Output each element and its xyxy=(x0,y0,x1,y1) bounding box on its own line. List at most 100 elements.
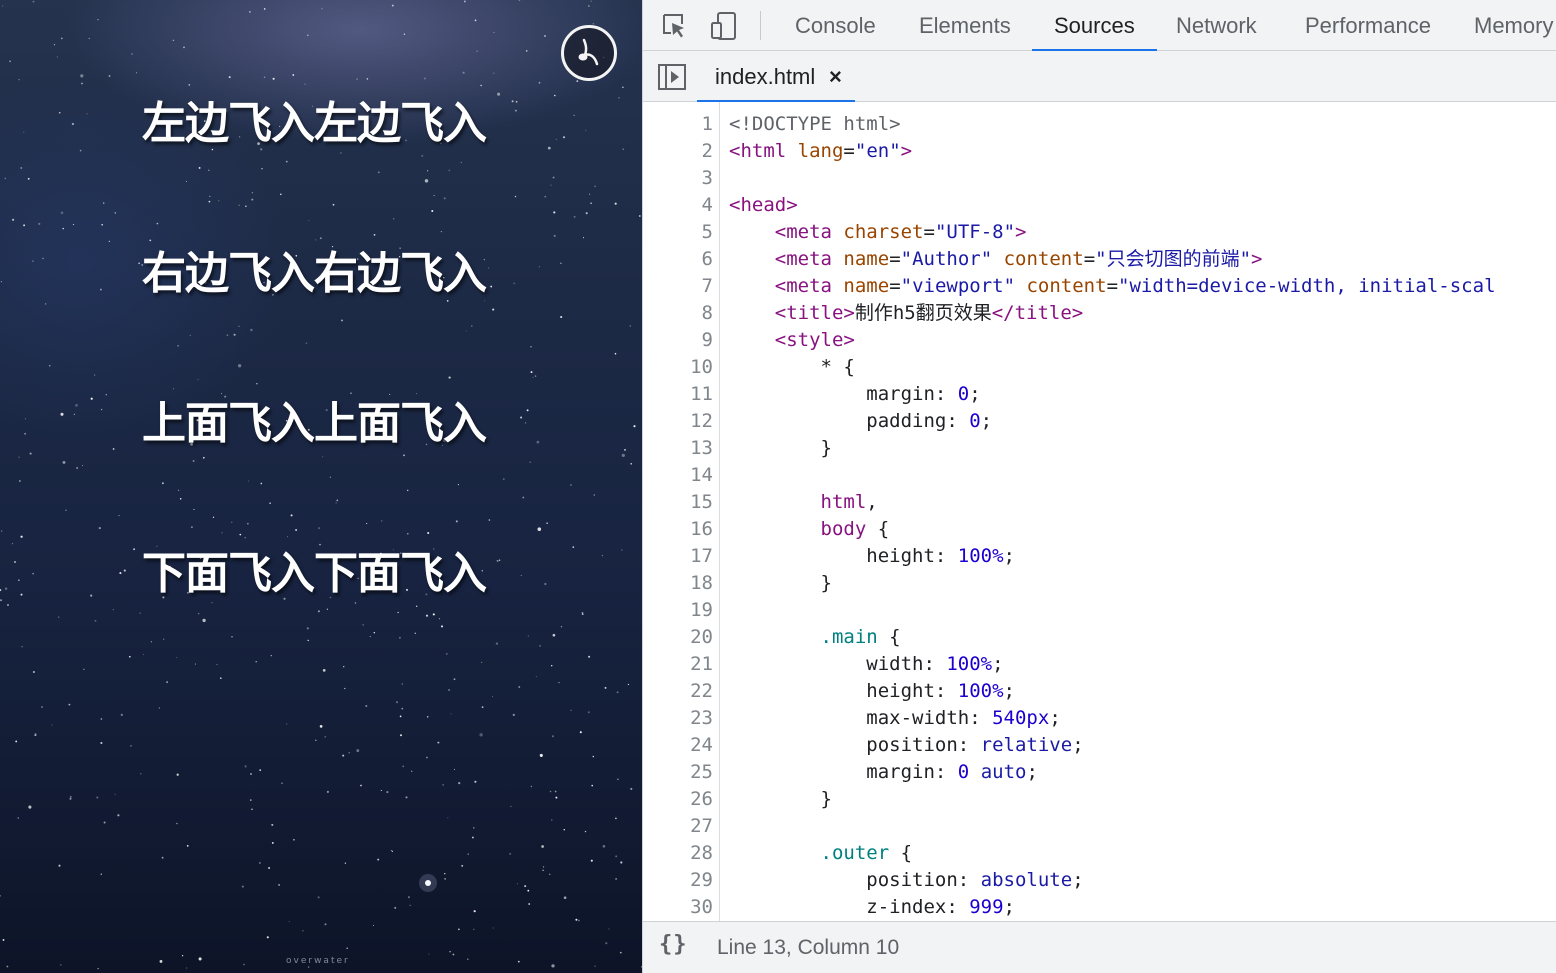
editor-status-bar: {} Line 13, Column 10 xyxy=(643,921,1556,973)
star xyxy=(18,579,20,581)
star xyxy=(238,325,240,327)
star xyxy=(324,923,327,926)
navigator-toggle-icon[interactable] xyxy=(657,63,687,91)
star xyxy=(193,508,195,511)
star xyxy=(307,34,309,37)
star xyxy=(342,754,345,757)
star xyxy=(448,376,451,379)
star xyxy=(75,403,78,407)
star xyxy=(57,616,60,618)
star xyxy=(197,612,200,615)
star xyxy=(158,707,161,709)
star xyxy=(543,34,547,38)
star xyxy=(32,572,34,575)
star xyxy=(377,858,380,861)
code-token: ; xyxy=(1003,896,1015,918)
star xyxy=(460,161,462,164)
star xyxy=(135,72,138,74)
star xyxy=(585,129,587,131)
star xyxy=(263,8,266,10)
star xyxy=(247,480,249,482)
star xyxy=(554,790,557,793)
star xyxy=(553,211,556,214)
code-line: <!DOCTYPE html> xyxy=(729,111,901,138)
code-token: * { xyxy=(729,356,855,378)
star xyxy=(473,827,475,829)
star xyxy=(591,784,594,787)
star xyxy=(322,669,326,672)
star xyxy=(341,319,343,322)
star xyxy=(286,536,289,538)
star xyxy=(492,695,494,698)
star xyxy=(551,819,553,821)
star xyxy=(534,375,537,377)
star xyxy=(100,741,103,745)
code-token: } xyxy=(729,437,832,459)
close-icon[interactable]: × xyxy=(829,51,842,102)
star xyxy=(517,960,520,963)
code-line: <meta charset="UTF-8"> xyxy=(729,219,1027,246)
line-number: 11 xyxy=(690,383,713,405)
star xyxy=(529,461,531,463)
star xyxy=(588,5,590,7)
code-token: z-index: xyxy=(729,896,970,918)
star xyxy=(53,44,56,46)
pretty-print-button[interactable]: {} xyxy=(659,932,688,957)
star xyxy=(405,796,408,799)
file-tab-index-html[interactable]: index.html × xyxy=(697,51,855,103)
tab-performance[interactable]: Performance xyxy=(1305,0,1431,51)
star xyxy=(100,718,103,720)
star xyxy=(372,924,374,926)
star xyxy=(60,211,64,215)
star xyxy=(42,257,44,260)
star xyxy=(416,605,418,607)
star xyxy=(614,817,617,820)
star xyxy=(23,224,26,227)
star xyxy=(99,288,102,291)
star xyxy=(553,234,556,237)
star xyxy=(244,537,246,539)
star xyxy=(528,903,531,905)
star xyxy=(541,845,544,848)
tab-elements[interactable]: Elements xyxy=(919,0,1011,51)
music-note-icon xyxy=(578,38,599,66)
code-token: = xyxy=(1106,275,1119,297)
code-editor[interactable]: 1 2 3 4 5 6 7 8 9 10 11 12 13 14 15 16 17 18 19 20 21 22 23 24 2… xyxy=(643,102,1556,921)
star xyxy=(449,951,451,953)
music-toggle-button[interactable] xyxy=(561,25,617,81)
star xyxy=(96,796,99,799)
star xyxy=(208,200,211,203)
star xyxy=(94,619,97,622)
tab-network[interactable]: Network xyxy=(1176,0,1257,51)
star xyxy=(38,222,41,225)
device-toolbar-icon[interactable] xyxy=(709,11,739,41)
inspect-element-icon[interactable] xyxy=(659,11,689,41)
star xyxy=(452,953,455,956)
star xyxy=(538,266,540,268)
star xyxy=(438,618,441,620)
star xyxy=(346,947,348,949)
star xyxy=(516,883,519,885)
code-token: lang xyxy=(797,140,844,162)
star xyxy=(314,239,317,241)
star xyxy=(546,522,548,524)
star xyxy=(192,460,195,462)
star xyxy=(619,951,622,954)
star xyxy=(336,499,339,502)
tab-sources[interactable]: Sources xyxy=(1032,0,1157,52)
star xyxy=(617,778,619,781)
tab-memory[interactable]: Memory xyxy=(1474,0,1553,51)
star xyxy=(237,364,242,368)
tab-console[interactable]: Console xyxy=(795,0,876,51)
star xyxy=(467,853,469,855)
star xyxy=(476,50,478,52)
code-line: <html lang="en"> xyxy=(729,138,912,165)
star xyxy=(97,18,99,21)
code-token: = xyxy=(889,248,901,270)
star xyxy=(623,448,627,451)
star xyxy=(185,180,188,182)
star xyxy=(198,957,202,961)
code-token: = xyxy=(889,275,901,297)
star xyxy=(391,4,394,7)
star xyxy=(315,739,317,742)
